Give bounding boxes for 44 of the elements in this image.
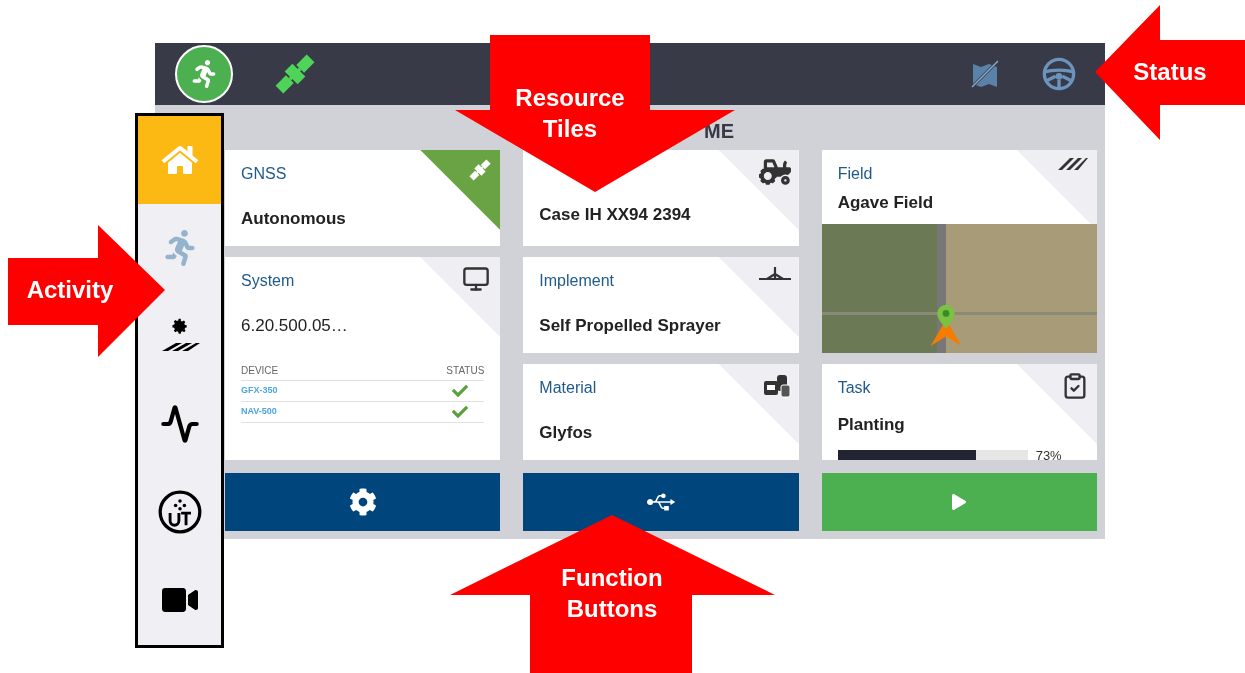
resource-tile[interactable]: Field Agave Field — [821, 150, 1097, 353]
tractor-icon — [758, 158, 791, 186]
play-icon — [951, 494, 968, 510]
column-header: STATUS — [446, 363, 485, 378]
callout-label: Status — [1132, 57, 1208, 87]
satellite-icon — [468, 158, 493, 182]
resource-tile[interactable]: GNSS Autonomous — [225, 150, 501, 246]
screen-title: ME — [704, 119, 734, 144]
tile-value: Agave Field — [837, 192, 934, 214]
device-name: GFX-350 — [241, 383, 278, 397]
tile-label: GNSS — [241, 164, 287, 184]
device-name: NAV-500 — [241, 404, 277, 418]
callout-label: Resource Tiles — [514, 83, 626, 144]
tile-label: Task — [837, 378, 871, 398]
progress-reading: 73% — [1035, 446, 1062, 460]
containers-icon — [762, 372, 791, 400]
resource-tile[interactable]: Implement Self Propelled Sprayer — [523, 257, 799, 353]
steering-wheel-icon[interactable] — [1041, 56, 1077, 92]
tile-label: Implement — [539, 271, 615, 291]
callout-label: Function Buttons — [560, 563, 664, 624]
settings-icon — [348, 488, 377, 516]
tile-value: Self Propelled Sprayer — [539, 315, 721, 337]
function-button[interactable] — [225, 473, 501, 531]
tile-value: Case IH XX94 2394 — [539, 204, 691, 226]
field-stripes-icon — [1057, 158, 1089, 170]
tile-label: System — [241, 271, 295, 291]
resource-tile[interactable]: System 6.20.500.05… DEVICE STATUS GFX-350 NAV-500 — [225, 257, 501, 460]
activity-status-button[interactable] — [175, 45, 233, 103]
tile-value: Glyfos — [539, 422, 593, 444]
tile-label: Field — [837, 164, 873, 184]
resource-tile[interactable]: Material Glyfos — [523, 364, 799, 460]
tile-label: Material — [539, 378, 597, 398]
column-header: DEVICE — [241, 363, 279, 378]
runner-icon — [190, 60, 218, 88]
tile-value: Autonomous — [241, 208, 346, 230]
heartbeat-icon — [159, 404, 200, 444]
callout-label: Activity — [25, 275, 115, 305]
tile-value: 6.20.500.05… — [241, 315, 348, 337]
resource-tile[interactable]: Task Planting 73% — [821, 364, 1097, 460]
crossed-map-icon[interactable] — [969, 58, 1001, 90]
satellite-icon — [273, 52, 317, 96]
sprayer-boom-icon — [758, 265, 791, 281]
ut-icon — [157, 490, 202, 534]
tile-value: Planting — [837, 414, 905, 436]
